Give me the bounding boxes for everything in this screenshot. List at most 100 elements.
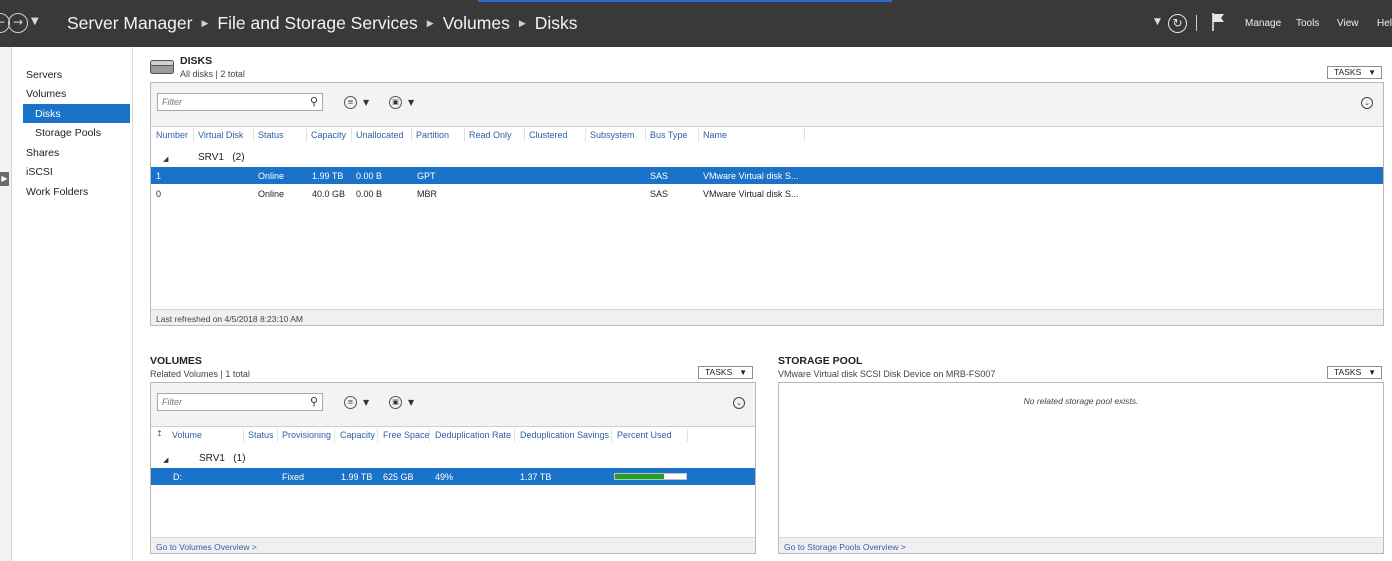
column-divider [351, 128, 352, 142]
sidebar-item-work-folders[interactable]: Work Folders [26, 186, 88, 198]
menu-tools[interactable]: Tools [1296, 18, 1319, 29]
disks-tasks-button[interactable]: TASKS ▼ [1327, 66, 1382, 79]
breadcrumb-file-storage[interactable]: File and Storage Services [217, 13, 417, 33]
col-capacity[interactable]: Capacity [340, 430, 375, 440]
disks-filter-input[interactable]: Filter ⚲ [157, 93, 323, 111]
sort-ascending-icon[interactable]: ↥ [156, 429, 163, 438]
volumes-filter-placeholder: Filter [162, 397, 182, 407]
sidebar-item-disks[interactable]: Disks [35, 108, 61, 120]
chevron-down-icon[interactable]: ▼ [408, 398, 414, 407]
cell-dedup-rate: 49% [435, 472, 454, 482]
column-divider [243, 428, 244, 442]
table-row[interactable]: 1 Online 1.99 TB 0.00 B GPT SAS VMware V… [151, 167, 1383, 184]
volumes-title: VOLUMES [150, 355, 202, 367]
col-subsystem[interactable]: Subsystem [590, 130, 635, 140]
col-status[interactable]: Status [248, 430, 274, 440]
col-name[interactable]: Name [703, 130, 727, 140]
cell-provisioning: Fixed [282, 472, 305, 482]
cell-partition: MBR [417, 189, 437, 199]
breadcrumb-server-manager[interactable]: Server Manager [67, 13, 192, 33]
table-row[interactable]: 0 Online 40.0 GB 0.00 B MBR SAS VMware V… [151, 185, 1383, 202]
col-free-space[interactable]: Free Space [383, 430, 430, 440]
cell-free-space: 625 GB [383, 472, 414, 482]
col-clustered[interactable]: Clustered [529, 130, 568, 140]
cell-unallocated: 0.00 B [356, 189, 383, 199]
notifications-flag-icon[interactable] [1211, 13, 1225, 31]
collapse-pane-icon[interactable]: ▶ [0, 172, 9, 186]
refresh-icon[interactable]: ↻ [1168, 14, 1187, 33]
volumes-panel: Filter ⚲ ≡ ▼ ▣ ▼ ⌄ ↥ Volume Status Provi… [150, 382, 756, 554]
table-row[interactable]: D: Fixed 1.99 TB 625 GB 49% 1.37 TB [151, 468, 755, 485]
column-divider [193, 128, 194, 142]
disks-filter-placeholder: Filter [162, 97, 182, 107]
volumes-tasks-label: TASKS [705, 367, 733, 377]
col-virtual-disk[interactable]: Virtual Disk [198, 130, 243, 140]
expand-panel-icon[interactable]: ⌄ [733, 397, 745, 409]
column-divider [585, 128, 586, 142]
save-query-icon[interactable]: ▣ [389, 96, 402, 109]
volumes-tasks-button[interactable]: TASKS ▼ [698, 366, 753, 379]
storage-pool-tasks-button[interactable]: TASKS ▼ [1327, 366, 1382, 379]
group-collapse-icon[interactable]: ◢ [163, 456, 168, 464]
percent-used-bar [614, 473, 687, 480]
history-dropdown-icon[interactable]: ▼ [31, 16, 39, 27]
breadcrumb-volumes[interactable]: Volumes [443, 13, 510, 33]
chevron-down-icon[interactable]: ▼ [408, 98, 414, 107]
disks-tasks-label: TASKS [1334, 67, 1362, 77]
column-divider [698, 128, 699, 142]
col-dedup-rate[interactable]: Deduplication Rate [435, 430, 511, 440]
col-capacity[interactable]: Capacity [311, 130, 346, 140]
breadcrumb-separator-icon: ▶ [201, 18, 209, 28]
sidebar-item-storage-pools[interactable]: Storage Pools [35, 127, 101, 139]
volumes-filter-input[interactable]: Filter ⚲ [157, 393, 323, 411]
list-view-icon[interactable]: ≡ [344, 96, 357, 109]
sidebar-item-servers[interactable]: Servers [26, 69, 62, 81]
cell-unallocated: 0.00 B [356, 171, 383, 181]
col-unallocated[interactable]: Unallocated [356, 130, 404, 140]
disks-title: DISKS [180, 55, 213, 67]
save-query-icon[interactable]: ▣ [389, 396, 402, 409]
chevron-down-icon[interactable]: ▼ [363, 98, 369, 107]
storage-pools-overview-link[interactable]: Go to Storage Pools Overview > [779, 537, 1383, 553]
chevron-down-icon: ▼ [1368, 68, 1376, 77]
column-divider [377, 428, 378, 442]
search-icon[interactable]: ⚲ [310, 395, 318, 408]
col-status[interactable]: Status [258, 130, 284, 140]
group-collapse-icon[interactable]: ◢ [163, 155, 168, 163]
cell-volume: D: [173, 472, 182, 482]
col-volume[interactable]: Volume [172, 430, 202, 440]
col-number[interactable]: Number [156, 130, 188, 140]
col-percent-used[interactable]: Percent Used [617, 430, 672, 440]
col-provisioning[interactable]: Provisioning [282, 430, 331, 440]
sidebar-item-shares[interactable]: Shares [26, 147, 59, 159]
forward-icon[interactable]: → [8, 13, 28, 33]
list-view-icon[interactable]: ≡ [344, 396, 357, 409]
column-divider [411, 128, 412, 142]
volumes-overview-link[interactable]: Go to Volumes Overview > [151, 537, 755, 553]
menu-manage[interactable]: Manage [1245, 18, 1281, 29]
column-divider [253, 128, 254, 142]
cell-capacity: 1.99 TB [312, 171, 344, 181]
col-partition[interactable]: Partition [416, 130, 449, 140]
divider [1196, 15, 1197, 31]
storage-pool-panel: No related storage pool exists. Go to St… [778, 382, 1384, 554]
menu-help[interactable]: Help [1377, 18, 1392, 29]
col-bus-type[interactable]: Bus Type [650, 130, 687, 140]
column-divider [611, 428, 612, 442]
column-divider [429, 428, 430, 442]
chevron-down-icon[interactable]: ▼ [363, 398, 369, 407]
sidebar-item-iscsi[interactable]: iSCSI [26, 166, 53, 178]
menu-view[interactable]: View [1337, 18, 1359, 29]
search-icon[interactable]: ⚲ [310, 95, 318, 108]
cell-name: VMware Virtual disk S... [703, 171, 799, 181]
col-dedup-savings[interactable]: Deduplication Savings [520, 430, 609, 440]
cell-partition: GPT [417, 171, 436, 181]
refresh-dropdown-icon[interactable]: ▼ [1154, 17, 1161, 27]
col-read-only[interactable]: Read Only [469, 130, 512, 140]
cell-dedup-savings: 1.37 TB [520, 472, 552, 482]
disk-drive-icon [150, 60, 174, 74]
expand-panel-icon[interactable]: ⌄ [1361, 97, 1373, 109]
volumes-toolbar: Filter ⚲ ≡ ▼ ▣ ▼ ⌄ [151, 383, 755, 427]
breadcrumb: Server Manager ▶ File and Storage Services… [67, 13, 578, 34]
sidebar-item-volumes[interactable]: Volumes [26, 88, 66, 100]
